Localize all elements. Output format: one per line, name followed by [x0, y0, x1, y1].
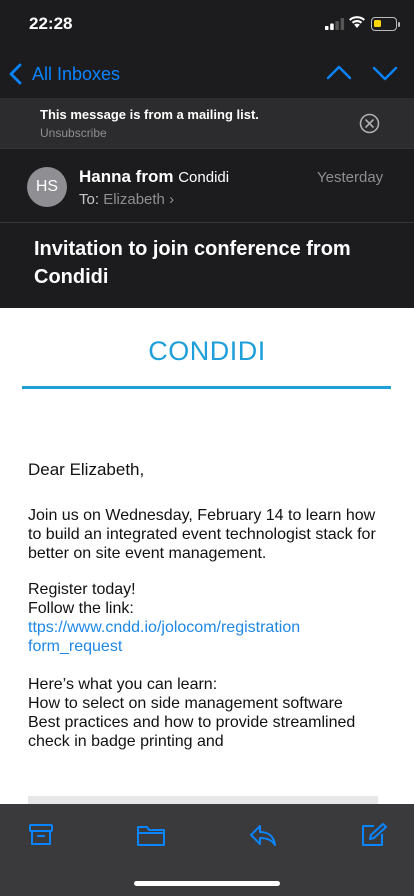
recipient-line[interactable]: To: Elizabeth › [79, 191, 174, 208]
chevron-right-icon: › [169, 191, 175, 208]
mailing-list-banner: This message is from a mailing list. Uns… [0, 98, 414, 148]
back-button[interactable]: All Inboxes [8, 60, 120, 88]
learn-intro: Here’s what you can learn: [28, 676, 218, 693]
chevron-left-icon [9, 63, 22, 85]
wifi-icon [349, 16, 365, 28]
status-bar: 22:28 [0, 0, 414, 50]
email-greeting: Dear Elizabeth, [28, 460, 145, 479]
recipient-name: Elizabeth [103, 191, 165, 208]
brand-logo: CONDIDI [148, 336, 266, 366]
chevron-up-icon[interactable] [325, 62, 353, 84]
nav-bar: All Inboxes [0, 50, 414, 98]
brand-divider [22, 386, 391, 389]
mailing-list-message: This message is from a mailing list. [40, 107, 259, 122]
email-body: CONDIDI Dear Elizabeth, Join us on Wedne… [0, 308, 414, 804]
to-label: To: [79, 191, 100, 208]
sender-company: Condidi [178, 169, 230, 186]
archive-icon[interactable] [27, 822, 55, 848]
avatar-initials: HS [35, 178, 59, 195]
message-date: Yesterday [317, 169, 384, 186]
chevron-down-icon[interactable] [371, 62, 399, 84]
learn-item-1: How to select on side management softwar… [28, 695, 343, 712]
cellular-signal-icon [325, 18, 345, 30]
register-block: Register today! Follow the link: ttps://… [28, 580, 378, 656]
truncated-text [28, 796, 378, 804]
register-line-1: Register today! [28, 581, 136, 598]
avatar[interactable]: HS [27, 167, 67, 207]
unsubscribe-link[interactable]: Unsubscribe [40, 126, 107, 140]
sender-name[interactable]: Hanna from Condidi [79, 167, 229, 187]
email-subject: Invitation to join conference from Condi… [34, 238, 351, 288]
learn-item-2: Best practices and how to provide stream… [28, 714, 356, 750]
learn-block: Here’s what you can learn: How to select… [28, 675, 378, 751]
home-indicator[interactable] [134, 881, 280, 886]
reply-icon[interactable] [248, 822, 278, 848]
register-line-2: Follow the link: [28, 600, 134, 617]
sender-header: HS Hanna from Condidi To: Elizabeth › Ye… [0, 148, 414, 222]
compose-icon[interactable] [360, 822, 388, 848]
battery-low-icon [371, 17, 400, 31]
folder-icon[interactable] [136, 822, 166, 848]
subject-header: Invitation to join conference from Condi… [0, 222, 414, 308]
status-time: 22:28 [29, 14, 73, 33]
back-label: All Inboxes [32, 63, 121, 84]
close-circle-icon[interactable] [359, 113, 380, 134]
sender-display-name: Hanna from [79, 167, 174, 186]
registration-link[interactable]: ttps://www.cndd.io/jolocom/registration … [28, 618, 378, 656]
email-paragraph-1: Join us on Wednesday, February 14 to lea… [28, 507, 376, 562]
